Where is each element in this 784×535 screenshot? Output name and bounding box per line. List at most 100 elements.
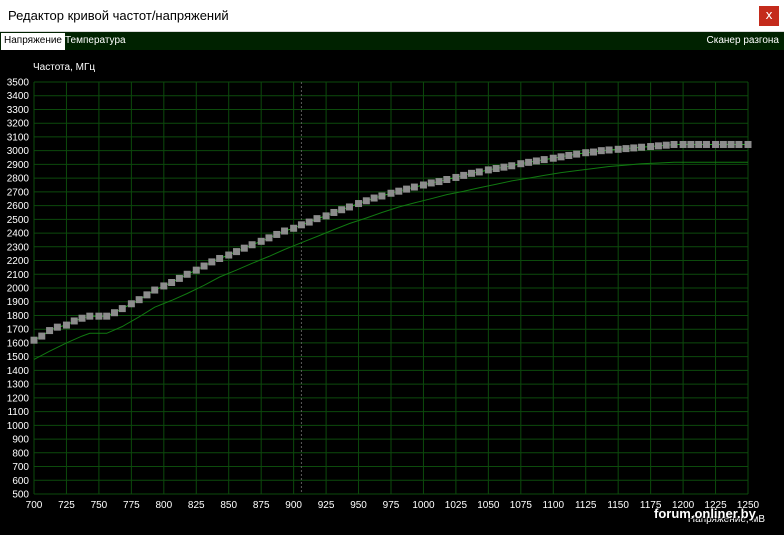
tab-voltage[interactable]: Напряжение — [1, 33, 65, 50]
curve-point[interactable] — [53, 323, 61, 331]
curve-point[interactable] — [240, 244, 248, 252]
curve-point[interactable] — [200, 262, 208, 270]
curve-point[interactable] — [443, 176, 451, 184]
curve-point[interactable] — [183, 270, 191, 278]
curve-point[interactable] — [582, 149, 590, 157]
curve-point[interactable] — [135, 296, 143, 304]
curve-point[interactable] — [647, 143, 655, 151]
curve-point[interactable] — [273, 230, 281, 238]
curve-point[interactable] — [435, 178, 443, 186]
curve-point[interactable] — [297, 221, 305, 229]
curve-point[interactable] — [290, 224, 298, 232]
curve-point[interactable] — [378, 192, 386, 200]
curve-point[interactable] — [362, 197, 370, 205]
curve-point[interactable] — [38, 332, 46, 340]
curve-point[interactable] — [702, 140, 710, 148]
curve-point[interactable] — [403, 185, 411, 193]
curve-point[interactable] — [225, 251, 233, 259]
curve-point[interactable] — [160, 282, 168, 290]
curve-point[interactable] — [622, 145, 630, 153]
tab-temperature[interactable]: Температура — [62, 33, 129, 50]
curve-point[interactable] — [216, 254, 224, 262]
curve-point[interactable] — [475, 168, 483, 176]
curve-point[interactable] — [500, 163, 508, 171]
curve-point[interactable] — [395, 187, 403, 195]
y-tick-label: 1300 — [7, 380, 30, 391]
curve-point[interactable] — [103, 312, 111, 320]
curve-point[interactable] — [265, 234, 273, 242]
curve-point[interactable] — [192, 266, 200, 274]
curve-point[interactable] — [118, 305, 126, 313]
y-tick-label: 2500 — [7, 215, 30, 226]
curve-point[interactable] — [387, 189, 395, 197]
curve-point[interactable] — [670, 140, 678, 148]
curve-point[interactable] — [467, 169, 475, 177]
curve-point[interactable] — [744, 140, 752, 148]
curve-point[interactable] — [86, 312, 94, 320]
curve-point[interactable] — [492, 165, 500, 173]
curve-point[interactable] — [460, 171, 468, 179]
curve-point[interactable] — [532, 157, 540, 165]
curve-point[interactable] — [95, 312, 103, 320]
curve-point[interactable] — [322, 212, 330, 220]
curve-point[interactable] — [565, 151, 573, 159]
curve-point[interactable] — [654, 142, 662, 150]
curve-point[interactable] — [695, 140, 703, 148]
curve-point[interactable] — [590, 148, 598, 156]
curve-point[interactable] — [110, 309, 118, 317]
y-tick-label: 500 — [12, 490, 29, 501]
curve-point[interactable] — [540, 156, 548, 164]
curve-point[interactable] — [712, 140, 720, 148]
curve-point[interactable] — [727, 140, 735, 148]
curve-point[interactable] — [338, 206, 346, 214]
curve-point[interactable] — [517, 160, 525, 168]
curve-point[interactable] — [281, 227, 289, 235]
curve-point[interactable] — [419, 181, 427, 189]
curve-point[interactable] — [330, 208, 338, 216]
curve-point[interactable] — [143, 291, 151, 299]
curve-point[interactable] — [484, 166, 492, 174]
curve-point[interactable] — [127, 300, 135, 308]
curve-point[interactable] — [597, 147, 605, 155]
curve-point[interactable] — [687, 140, 695, 148]
curve-point[interactable] — [410, 183, 418, 191]
scanner-button[interactable]: Сканер разгона — [704, 33, 782, 50]
curve-point[interactable] — [46, 327, 54, 335]
curve-point[interactable] — [630, 144, 638, 152]
window-title: Редактор кривой частот/напряжений — [8, 8, 229, 23]
x-tick-label: 1050 — [477, 500, 500, 511]
curve-point[interactable] — [662, 141, 670, 149]
curve-point[interactable] — [313, 215, 321, 223]
curve-point[interactable] — [452, 173, 460, 181]
close-button[interactable]: x — [759, 6, 779, 26]
curve-point[interactable] — [151, 286, 159, 294]
curve-point[interactable] — [248, 241, 256, 249]
curve-point[interactable] — [257, 237, 265, 245]
curve-point[interactable] — [355, 200, 363, 208]
curve-point[interactable] — [679, 140, 687, 148]
vf-curve-chart[interactable]: Частота, МГц Напряжение, мВ 500600700800… — [0, 50, 784, 535]
curve-point[interactable] — [370, 194, 378, 202]
curve-point[interactable] — [508, 162, 516, 170]
curve-point[interactable] — [78, 314, 86, 322]
curve-point[interactable] — [614, 145, 622, 153]
curve-point[interactable] — [70, 317, 78, 325]
curve-point[interactable] — [305, 218, 313, 226]
curve-point[interactable] — [719, 140, 727, 148]
curve-point[interactable] — [345, 203, 353, 211]
curve-point[interactable] — [557, 153, 565, 161]
curve-point[interactable] — [638, 143, 646, 151]
curve-point[interactable] — [735, 140, 743, 148]
y-tick-label: 3000 — [7, 146, 30, 157]
curve-point[interactable] — [573, 150, 581, 158]
curve-point[interactable] — [168, 279, 176, 287]
curve-point[interactable] — [549, 154, 557, 162]
curve-point[interactable] — [233, 248, 241, 256]
curve-point[interactable] — [208, 258, 216, 266]
curve-point[interactable] — [525, 158, 533, 166]
curve-point[interactable] — [175, 274, 183, 282]
curve-point[interactable] — [62, 321, 70, 329]
curve-point[interactable] — [30, 336, 38, 344]
curve-point[interactable] — [427, 179, 435, 187]
curve-point[interactable] — [605, 146, 613, 154]
